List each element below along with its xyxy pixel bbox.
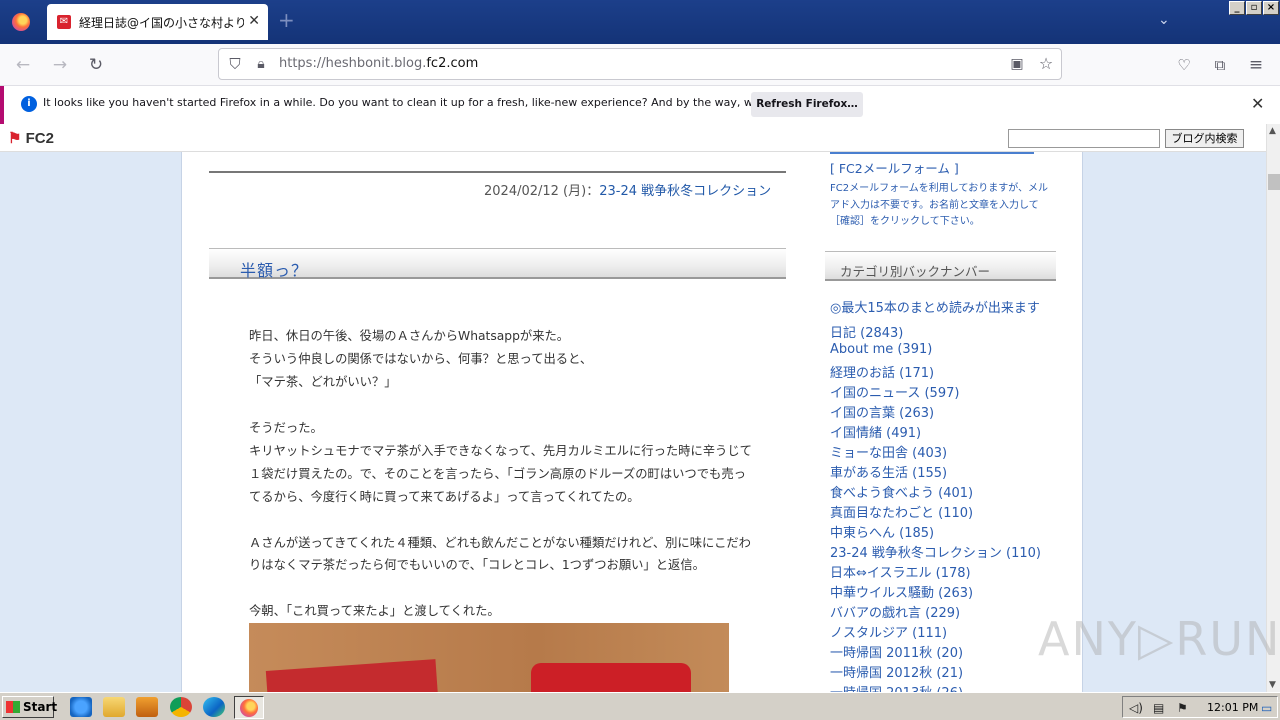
mailform-description: FC2メールフォームを利用しておりますが、メルアド入力は不要です。お名前と文章を… (830, 183, 1048, 227)
scroll-thumb[interactable] (1268, 174, 1280, 190)
category-item[interactable]: 一時帰国 2012秋 (21) (830, 662, 963, 681)
scroll-down-icon[interactable]: ▼ (1269, 680, 1276, 690)
post-line: そういう仲良しの関係ではないから、何事？と思って出ると、 (249, 352, 593, 366)
divider (209, 171, 786, 173)
media-player-icon[interactable] (136, 697, 158, 717)
windows-logo-icon (6, 701, 20, 713)
post-category-link[interactable]: 23-24 戦争秋冬コレクション (599, 184, 771, 199)
post-meta: 2024/02/12 (月)：23-24 戦争秋冬コレクション (484, 184, 772, 199)
category-item[interactable]: ババアの戯れ言 (229) (830, 602, 960, 621)
category-item[interactable]: 車がある生活 (155) (830, 462, 947, 481)
tab-close-icon[interactable]: ✕ (248, 13, 260, 29)
category-item[interactable]: 食べよう食べよう (401) (830, 482, 973, 501)
post-line: 今朝、「これ買って来たよ」と渡してくれた。 (249, 604, 500, 618)
firefox-menu-icon[interactable] (0, 0, 42, 44)
category-item[interactable]: 経理のお話 (171) (830, 362, 934, 381)
category-item[interactable]: ミョーな田舎 (403) (830, 442, 947, 461)
url-bar[interactable]: ⛉ 🔒︎ https://heshbonit.blog.fc2.com ▣ ☆ (218, 48, 1062, 80)
forward-icon[interactable]: → (48, 54, 72, 76)
category-item[interactable]: 真面目なたわごと (110) (830, 502, 973, 521)
mailform-link[interactable]: [ FC2メールフォーム ] (830, 158, 959, 177)
refresh-notification-bar: i It looks like you haven't started Fire… (0, 86, 1280, 124)
category-item[interactable]: 中華ウイルス騒動 (263) (830, 582, 973, 601)
post-line: そうだった。 (249, 421, 323, 435)
post-line: Ａさんが送ってきてくれた４種類、どれも飲んだことがない種類だけれど、別に味にこだ… (249, 536, 751, 550)
chrome-icon[interactable] (170, 697, 192, 717)
folder-icon[interactable] (103, 697, 125, 717)
category-item[interactable]: イ国のニュース (597) (830, 382, 959, 401)
flag-icon[interactable]: ⚑ (1177, 701, 1188, 715)
taskbar: Start ◁) ▤ ⚑ 12:01 PM ▭ (0, 692, 1280, 720)
navigation-toolbar: ← → ↻ ⛉ 🔒︎ https://heshbonit.blog.fc2.co… (0, 44, 1280, 86)
category-item[interactable]: 中東らへん (185) (830, 522, 934, 541)
show-desktop-icon[interactable]: ▭ (1261, 701, 1272, 715)
refresh-firefox-button[interactable]: Refresh Firefox… (751, 92, 863, 117)
notification-close-icon[interactable]: ✕ (1251, 94, 1264, 113)
clock: 12:01 PM (1207, 701, 1259, 714)
reader-view-icon[interactable]: ▣ (1005, 53, 1029, 75)
anyrun-watermark: ANY▷RUN (1038, 612, 1280, 666)
category-item[interactable]: イ国の言葉 (263) (830, 402, 934, 421)
category-item[interactable]: イ国情緒 (491) (830, 422, 921, 441)
pocket-icon[interactable]: ♡ (1172, 54, 1196, 76)
edge-icon[interactable] (203, 697, 225, 717)
close-window-button[interactable]: × (1263, 1, 1279, 15)
back-icon[interactable]: ← (11, 54, 35, 76)
mate-package-left (265, 659, 439, 692)
category-item[interactable]: 一時帰国 2011秋 (20) (830, 642, 963, 661)
blog-search-button[interactable]: ブログ内検索 (1165, 129, 1244, 148)
minimize-button[interactable]: _ (1229, 1, 1245, 15)
blog-search-input[interactable] (1008, 129, 1160, 148)
new-tab-button[interactable]: + (278, 10, 295, 30)
tab-strip: ✉ 経理日誌@イ国の小さな村より ✕ + ⌄ _ ▫ × (0, 0, 1280, 44)
mate-package-right (531, 663, 691, 692)
firefox-icon (240, 699, 258, 717)
fc2-favicon-icon: ✉ (57, 15, 71, 29)
post-title[interactable]: 半額っ？ (240, 257, 308, 281)
app-menu-icon[interactable]: ≡ (1244, 54, 1268, 76)
info-icon: i (21, 96, 37, 112)
category-item[interactable]: 日本⇔イスラエル (178) (830, 562, 971, 581)
category-item[interactable]: 一時帰国 2013秋 (26) (830, 682, 963, 692)
fc2-logo[interactable]: ⚑ FC2 (8, 129, 54, 147)
reload-icon[interactable]: ↻ (84, 54, 108, 76)
extensions-icon[interactable]: ⧉ (1208, 54, 1232, 76)
category-item[interactable]: 23-24 戦争秋冬コレクション (110) (830, 542, 1041, 561)
category-title: カテゴリ別バックナンバー (840, 264, 991, 279)
list-all-tabs-icon[interactable]: ⌄ (1158, 12, 1170, 28)
notification-message: It looks like you haven't started Firefo… (43, 96, 827, 109)
category-item[interactable]: 日記 (2843) (830, 322, 903, 341)
post-line: てるから、今度行く時に買って来てあげるよ」って言ってくれてたの。 (249, 490, 640, 504)
restore-button[interactable]: ▫ (1246, 1, 1262, 15)
category-item[interactable]: About me (391) (830, 342, 932, 357)
post-line: キリヤットシュモナでマテ茶が入手できなくなって、先月カルミエルに行った時に辛うじ… (249, 444, 752, 458)
sidebar-top-rule (830, 152, 1034, 154)
start-button[interactable]: Start (2, 696, 57, 718)
scroll-up-icon[interactable]: ▲ (1269, 126, 1276, 136)
fc2-header-bar: ⚑ FC2 ブログ内検索 (0, 124, 1266, 152)
system-tray: ◁) ▤ ⚑ 12:01 PM ▭ (1122, 696, 1278, 718)
post-title-box: 半額っ？ (209, 248, 786, 281)
post-line: 「マテ茶、どれがいい？」 (249, 375, 397, 389)
shield-icon[interactable]: ⛉ (223, 53, 247, 75)
content-frame: 2024/02/12 (月)：23-24 戦争秋冬コレクション 半額っ？ 昨日、… (181, 152, 1083, 692)
post-photo[interactable] (249, 623, 729, 692)
url-text[interactable]: https://heshbonit.blog.fc2.com (279, 56, 478, 71)
blog-page: 2024/02/12 (月)：23-24 戦争秋冬コレクション 半額っ？ 昨日、… (0, 152, 1266, 692)
ie-icon[interactable] (70, 697, 92, 717)
page-scrollbar[interactable]: ▲ ▼ (1266, 124, 1280, 692)
taskbar-firefox-button[interactable] (234, 696, 264, 719)
category-item[interactable]: ◎最大15本のまとめ読みが出来ます (830, 297, 1040, 316)
post-line: １袋だけ買えたの。で、そのことを言ったら、「ゴラン高原のドルーズの町はいつでも売… (249, 467, 746, 481)
lock-icon[interactable]: 🔒︎ (249, 53, 273, 75)
bookmark-star-icon[interactable]: ☆ (1034, 53, 1058, 75)
post-line: りはなくマテ茶だったら何でもいいので、「コレとコレ、1つずつお願い」と返信。 (249, 558, 705, 572)
tab-active[interactable]: ✉ 経理日誌@イ国の小さな村より ✕ (47, 4, 268, 40)
volume-icon[interactable]: ◁) (1129, 701, 1143, 715)
tab-title: 経理日誌@イ国の小さな村より (79, 15, 244, 30)
post-line: 昨日、休日の午後、役場のＡさんからWhatsappが来た。 (249, 329, 570, 343)
network-icon[interactable]: ▤ (1153, 701, 1164, 715)
category-header: カテゴリ別バックナンバー (825, 251, 1056, 281)
category-item[interactable]: ノスタルジア (111) (830, 622, 947, 641)
